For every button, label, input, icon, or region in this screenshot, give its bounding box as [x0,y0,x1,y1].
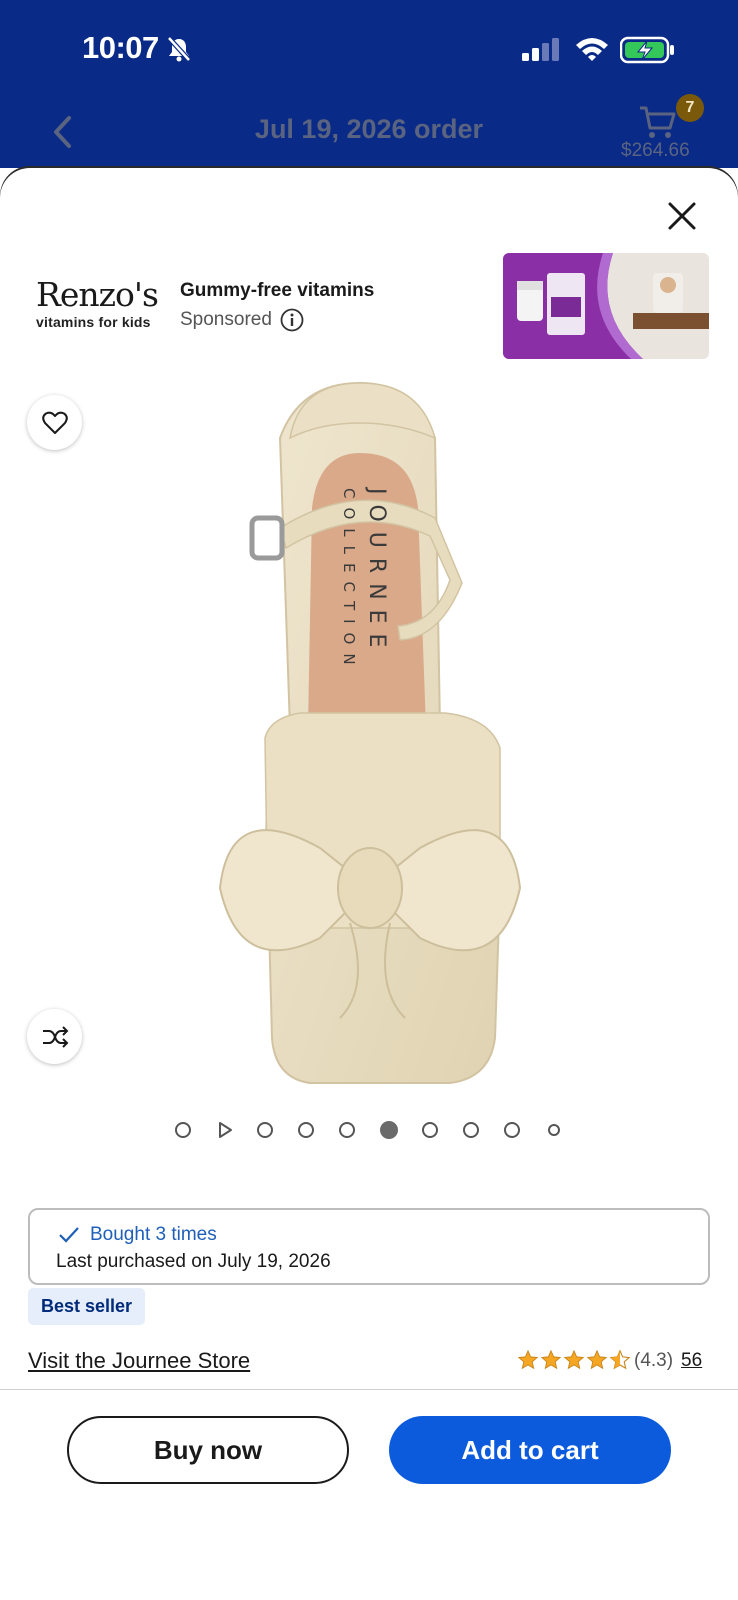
shuffle-button[interactable] [27,1009,82,1064]
imprint-line2: COLLECTION [340,488,358,674]
ad-brand-tagline: vitamins for kids [36,314,151,330]
cart-icon [640,106,676,138]
video-play-icon[interactable] [216,1121,234,1139]
ad-brand-name: Renzo's [36,275,159,314]
product-image[interactable]: JOURNEE COLLECTION [200,368,540,1088]
ad-image[interactable] [503,253,709,359]
star-icon [517,1349,539,1370]
bought-times: Bought 3 times [58,1224,217,1246]
star-icon [586,1349,608,1370]
best-seller-badge: Best seller [28,1288,146,1325]
review-count-link[interactable]: 56 [681,1350,702,1372]
imprint-line1: JOURNEE [364,486,389,657]
wifi-icon [576,38,608,61]
shuffle-icon [42,1025,68,1048]
carousel-dot[interactable] [548,1124,560,1136]
rating-stars[interactable] [517,1349,631,1371]
carousel-dot[interactable] [422,1122,438,1138]
star-icon [563,1349,585,1370]
favorite-button[interactable] [27,395,82,450]
product-sheet: Renzo's vitamins for kids Gummy-free vit… [0,168,738,1600]
carousel-dot[interactable] [257,1122,273,1138]
carousel-dot[interactable] [175,1122,191,1138]
status-bar: 10:07 [0,0,738,100]
bought-times-label: Bought 3 times [90,1224,217,1245]
app-header: Jul 19, 2026 order 7 $264.66 [0,94,738,168]
rating-value: (4.3) [634,1350,674,1371]
cart-total: $264.66 [621,140,690,161]
add-to-cart-button[interactable]: Add to cart [389,1416,671,1484]
status-time: 10:07 [82,30,159,65]
cellular-signal-icon [522,38,559,61]
checkmark-icon [59,1227,79,1243]
close-icon [668,202,696,230]
ad-sponsored: Sponsored [180,308,304,332]
info-icon[interactable] [280,308,304,332]
cart-count-badge: 7 [676,94,704,122]
buy-now-button[interactable]: Buy now [67,1416,349,1484]
carousel-dot[interactable] [504,1122,520,1138]
cart-button[interactable]: 7 $264.66 [621,94,710,168]
star-half-icon [609,1349,631,1370]
star-icon [540,1349,562,1370]
carousel-dot[interactable] [463,1122,479,1138]
carousel-indicator[interactable] [0,1120,738,1140]
ad-brand-logo[interactable]: Renzo's vitamins for kids [36,275,164,331]
bell-muted-icon [167,36,191,62]
last-purchased: Last purchased on July 19, 2026 [56,1251,331,1272]
sponsored-label: Sponsored [180,309,272,330]
ad-headline[interactable]: Gummy-free vitamins [180,280,374,302]
store-link[interactable]: Visit the Journee Store [28,1348,250,1374]
carousel-dot[interactable] [339,1122,355,1138]
carousel-dot[interactable] [298,1122,314,1138]
purchase-history-box: Bought 3 times Last purchased on July 19… [28,1208,710,1285]
battery-charging-icon [620,36,674,64]
heart-icon [41,411,68,434]
close-button[interactable] [664,198,700,234]
carousel-dot-active[interactable] [380,1121,398,1139]
bottom-action-bar: Buy now Add to cart [0,1389,738,1600]
